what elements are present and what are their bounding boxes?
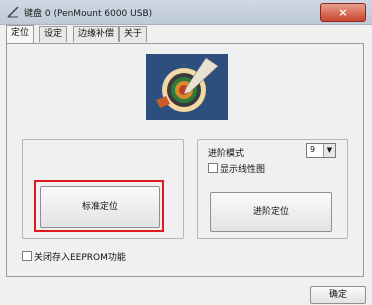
close-button[interactable]: × bbox=[320, 3, 366, 22]
advanced-mode-value: 9 bbox=[310, 145, 316, 154]
tab-about[interactable]: 关于 bbox=[119, 26, 148, 42]
footer-bar: 确定 bbox=[0, 283, 372, 305]
pen-icon bbox=[7, 6, 19, 18]
tab-settings[interactable]: 设定 bbox=[39, 26, 68, 42]
tab-positioning[interactable]: 定位 bbox=[6, 25, 35, 43]
eeprom-label: 关闭存入EEPROM功能 bbox=[34, 253, 126, 263]
standard-calibration-button[interactable]: 标准定位 bbox=[40, 186, 160, 228]
tab-edge-compensation[interactable]: 边缘补偿 bbox=[73, 26, 120, 42]
eeprom-checkbox[interactable] bbox=[22, 251, 32, 261]
show-line-chart-checkbox[interactable] bbox=[208, 163, 218, 173]
target-icon bbox=[146, 54, 228, 120]
chevron-down-icon: ▼ bbox=[323, 144, 335, 157]
advanced-mode-select[interactable]: 9 ▼ bbox=[306, 143, 336, 158]
advanced-calibration-button[interactable]: 进阶定位 bbox=[210, 192, 332, 232]
window-title: 键盘 0 (PenMount 6000 USB) bbox=[24, 9, 153, 19]
show-line-chart-label: 显示线性图 bbox=[220, 165, 266, 175]
title-bar: 键盘 0 (PenMount 6000 USB) × bbox=[0, 0, 372, 25]
target-logo bbox=[146, 54, 228, 120]
advanced-mode-label: 进阶模式 bbox=[208, 149, 245, 159]
ok-button[interactable]: 确定 bbox=[310, 286, 366, 304]
